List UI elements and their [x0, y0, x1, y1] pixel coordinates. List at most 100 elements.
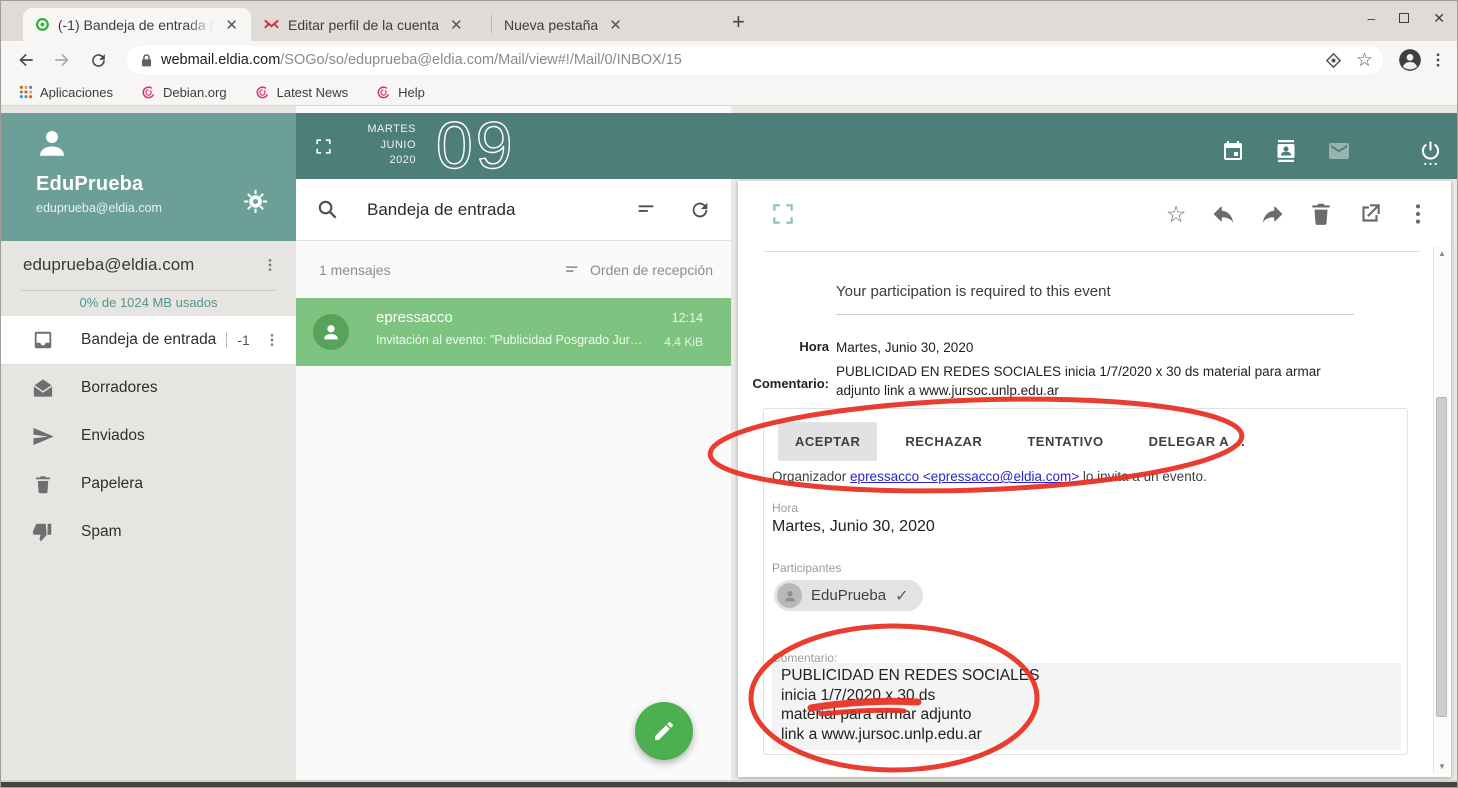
search-bar[interactable]: Bandeja de entrada: [296, 179, 731, 241]
quota-text: 0% de 1024 MB usados: [1, 295, 296, 310]
sidebar-item-sent[interactable]: Enviados: [1, 412, 296, 460]
tab-inbox[interactable]: (-1) Bandeja de entrada | SO ✕: [23, 8, 251, 41]
new-tab-button[interactable]: +: [732, 9, 745, 35]
bookmark-label: Help: [398, 85, 425, 100]
back-button[interactable]: [11, 45, 41, 75]
account-row[interactable]: eduprueba@eldia.com: [1, 241, 296, 289]
comment-line: inicia 1/7/2020 x 30 ds: [781, 686, 1392, 706]
tentative-button[interactable]: TENTATIVO: [1010, 422, 1120, 461]
mail-icon[interactable]: [1327, 139, 1351, 163]
url-bar-icons: ☆: [1325, 49, 1373, 72]
message-list-item[interactable]: epressacco 12:14 Invitación al evento: "…: [296, 298, 731, 366]
list-header-bar: MARTES JUNIO 2020 09: [296, 113, 731, 179]
organizer-prefix: Organizador: [772, 469, 850, 484]
scrollbar-thumb[interactable]: [1436, 397, 1447, 717]
close-button[interactable]: ✕: [1433, 11, 1445, 25]
flag-star-icon[interactable]: ☆: [1163, 201, 1189, 227]
settings-gear-icon[interactable]: [243, 189, 268, 214]
sort-order-control[interactable]: Orden de recepción: [563, 260, 713, 279]
tab-title: Nueva pestaña: [504, 17, 598, 33]
sogo-webmail-page: EduPrueba eduprueba@eldia.com eduprueba@…: [1, 106, 1457, 780]
invitation-actions: ACEPTAR RECHAZAR TENTATIVO DELEGAR A ...: [778, 422, 1262, 461]
calendar-icon[interactable]: [1221, 139, 1245, 163]
account-menu-icon[interactable]: [262, 256, 278, 274]
message-viewer-pane: ☆ Your participation is required to this…: [731, 106, 1457, 780]
extension-eye-icon[interactable]: [1325, 52, 1342, 69]
tab-editar-perfil[interactable]: Editar perfil de la cuenta ✕: [251, 8, 491, 41]
unread-badge: -1: [226, 332, 249, 348]
date-year: 2020: [354, 153, 416, 169]
meta-hora-row: Hora Martes, Junio 30, 2020: [738, 339, 1364, 358]
reload-icon: [89, 51, 108, 70]
url-bar[interactable]: webmail.eldia.com/SOGo/so/eduprueba@eldi…: [127, 46, 1383, 74]
sidebar-item-spam[interactable]: Spam: [1, 508, 296, 556]
refresh-icon[interactable]: [689, 199, 711, 221]
sidebar-item-drafts[interactable]: Borradores: [1, 364, 296, 412]
sidebar-item-trash[interactable]: Papelera: [1, 460, 296, 508]
tab-close-icon[interactable]: ✕: [606, 16, 625, 34]
accept-button[interactable]: ACEPTAR: [778, 422, 877, 461]
bookmark-help[interactable]: Help: [376, 85, 425, 100]
contacts-icon[interactable]: [1274, 139, 1298, 163]
divider: [764, 251, 1419, 252]
power-icon[interactable]: [1418, 139, 1443, 166]
search-input[interactable]: Bandeja de entrada: [367, 200, 635, 220]
scroll-down-arrow[interactable]: ▼: [1438, 762, 1446, 771]
app-toolbar: [731, 113, 1457, 179]
meta-comment-row: Comentario: PUBLICIDAD EN REDES SOCIALES…: [738, 363, 1364, 400]
folder-label: Enviados: [81, 427, 280, 445]
bookmark-debian[interactable]: Debian.org: [141, 85, 227, 100]
date-block: MARTES JUNIO 2020: [354, 122, 416, 169]
browser-window: (-1) Bandeja de entrada | SO ✕ Editar pe…: [0, 0, 1458, 788]
comment-line: material para armar adjunto: [781, 705, 1392, 725]
comment-label: Comentario:: [738, 363, 829, 400]
sort-icon[interactable]: [635, 199, 657, 221]
bookmark-aplicaciones[interactable]: Aplicaciones: [19, 85, 113, 100]
organizer-suffix: lo invita a un evento.: [1079, 469, 1207, 484]
profile-avatar-icon[interactable]: [1397, 47, 1423, 73]
forward-icon[interactable]: [1259, 201, 1285, 227]
date-weekday: MARTES: [354, 122, 416, 138]
bookmark-star-icon[interactable]: ☆: [1356, 49, 1373, 72]
open-in-new-icon[interactable]: [1357, 201, 1383, 227]
bookmark-label: Aplicaciones: [40, 85, 113, 100]
message-card: ☆ Your participation is required to this…: [738, 181, 1451, 777]
delegate-button[interactable]: DELEGAR A ...: [1132, 422, 1263, 461]
tab-close-icon[interactable]: ✕: [222, 16, 241, 34]
participants-label: Participantes: [772, 561, 841, 575]
viewer-scrollbar[interactable]: ▲ ▼: [1433, 247, 1449, 773]
message-count: 1 mensajes: [319, 262, 391, 278]
folder-label: Spam: [81, 523, 280, 541]
folder-label: Bandeja de entrada-1: [81, 331, 264, 349]
scroll-up-arrow[interactable]: ▲: [1438, 249, 1446, 258]
more-options-icon[interactable]: [1405, 201, 1431, 227]
tab-close-icon[interactable]: ✕: [447, 16, 466, 34]
expand-icon[interactable]: [314, 137, 333, 156]
sidebar-user-header: EduPrueba eduprueba@eldia.com: [1, 113, 296, 241]
organizer-link[interactable]: epressacco <epressacco@eldia.com>: [850, 469, 1079, 484]
bookmark-label: Latest News: [277, 85, 349, 100]
folder-menu-icon[interactable]: [264, 331, 280, 349]
minimize-button[interactable]: –: [1367, 11, 1375, 25]
participation-banner: Your participation is required to this e…: [836, 283, 1111, 300]
decline-button[interactable]: RECHAZAR: [888, 422, 999, 461]
date-month: JUNIO: [354, 138, 416, 154]
browser-menu-icon[interactable]: [1429, 51, 1447, 69]
expand-icon[interactable]: [770, 201, 796, 227]
pencil-icon: [652, 719, 676, 743]
tab-nueva-pestana[interactable]: Nueva pestaña ✕: [492, 8, 718, 41]
window-bottom-frame: [1, 780, 1457, 787]
message-time: 12:14: [672, 311, 703, 325]
forward-button[interactable]: [47, 45, 77, 75]
compose-button[interactable]: [635, 702, 693, 760]
url-path: /SOGo/so/eduprueba@eldia.com/Mail/view#!…: [280, 52, 682, 68]
reply-icon[interactable]: [1211, 201, 1237, 227]
sidebar-item-inbox[interactable]: Bandeja de entrada-1: [1, 316, 296, 364]
reload-button[interactable]: [83, 45, 113, 75]
maximize-button[interactable]: [1399, 13, 1409, 23]
bookmark-latest-news[interactable]: Latest News: [255, 85, 349, 100]
participant-chip[interactable]: EduPrueba ✓: [774, 580, 923, 611]
bookmarks-bar: Aplicaciones Debian.org Latest News Help: [1, 79, 1457, 106]
delete-icon[interactable]: [1308, 201, 1334, 227]
forward-icon: [52, 50, 72, 70]
